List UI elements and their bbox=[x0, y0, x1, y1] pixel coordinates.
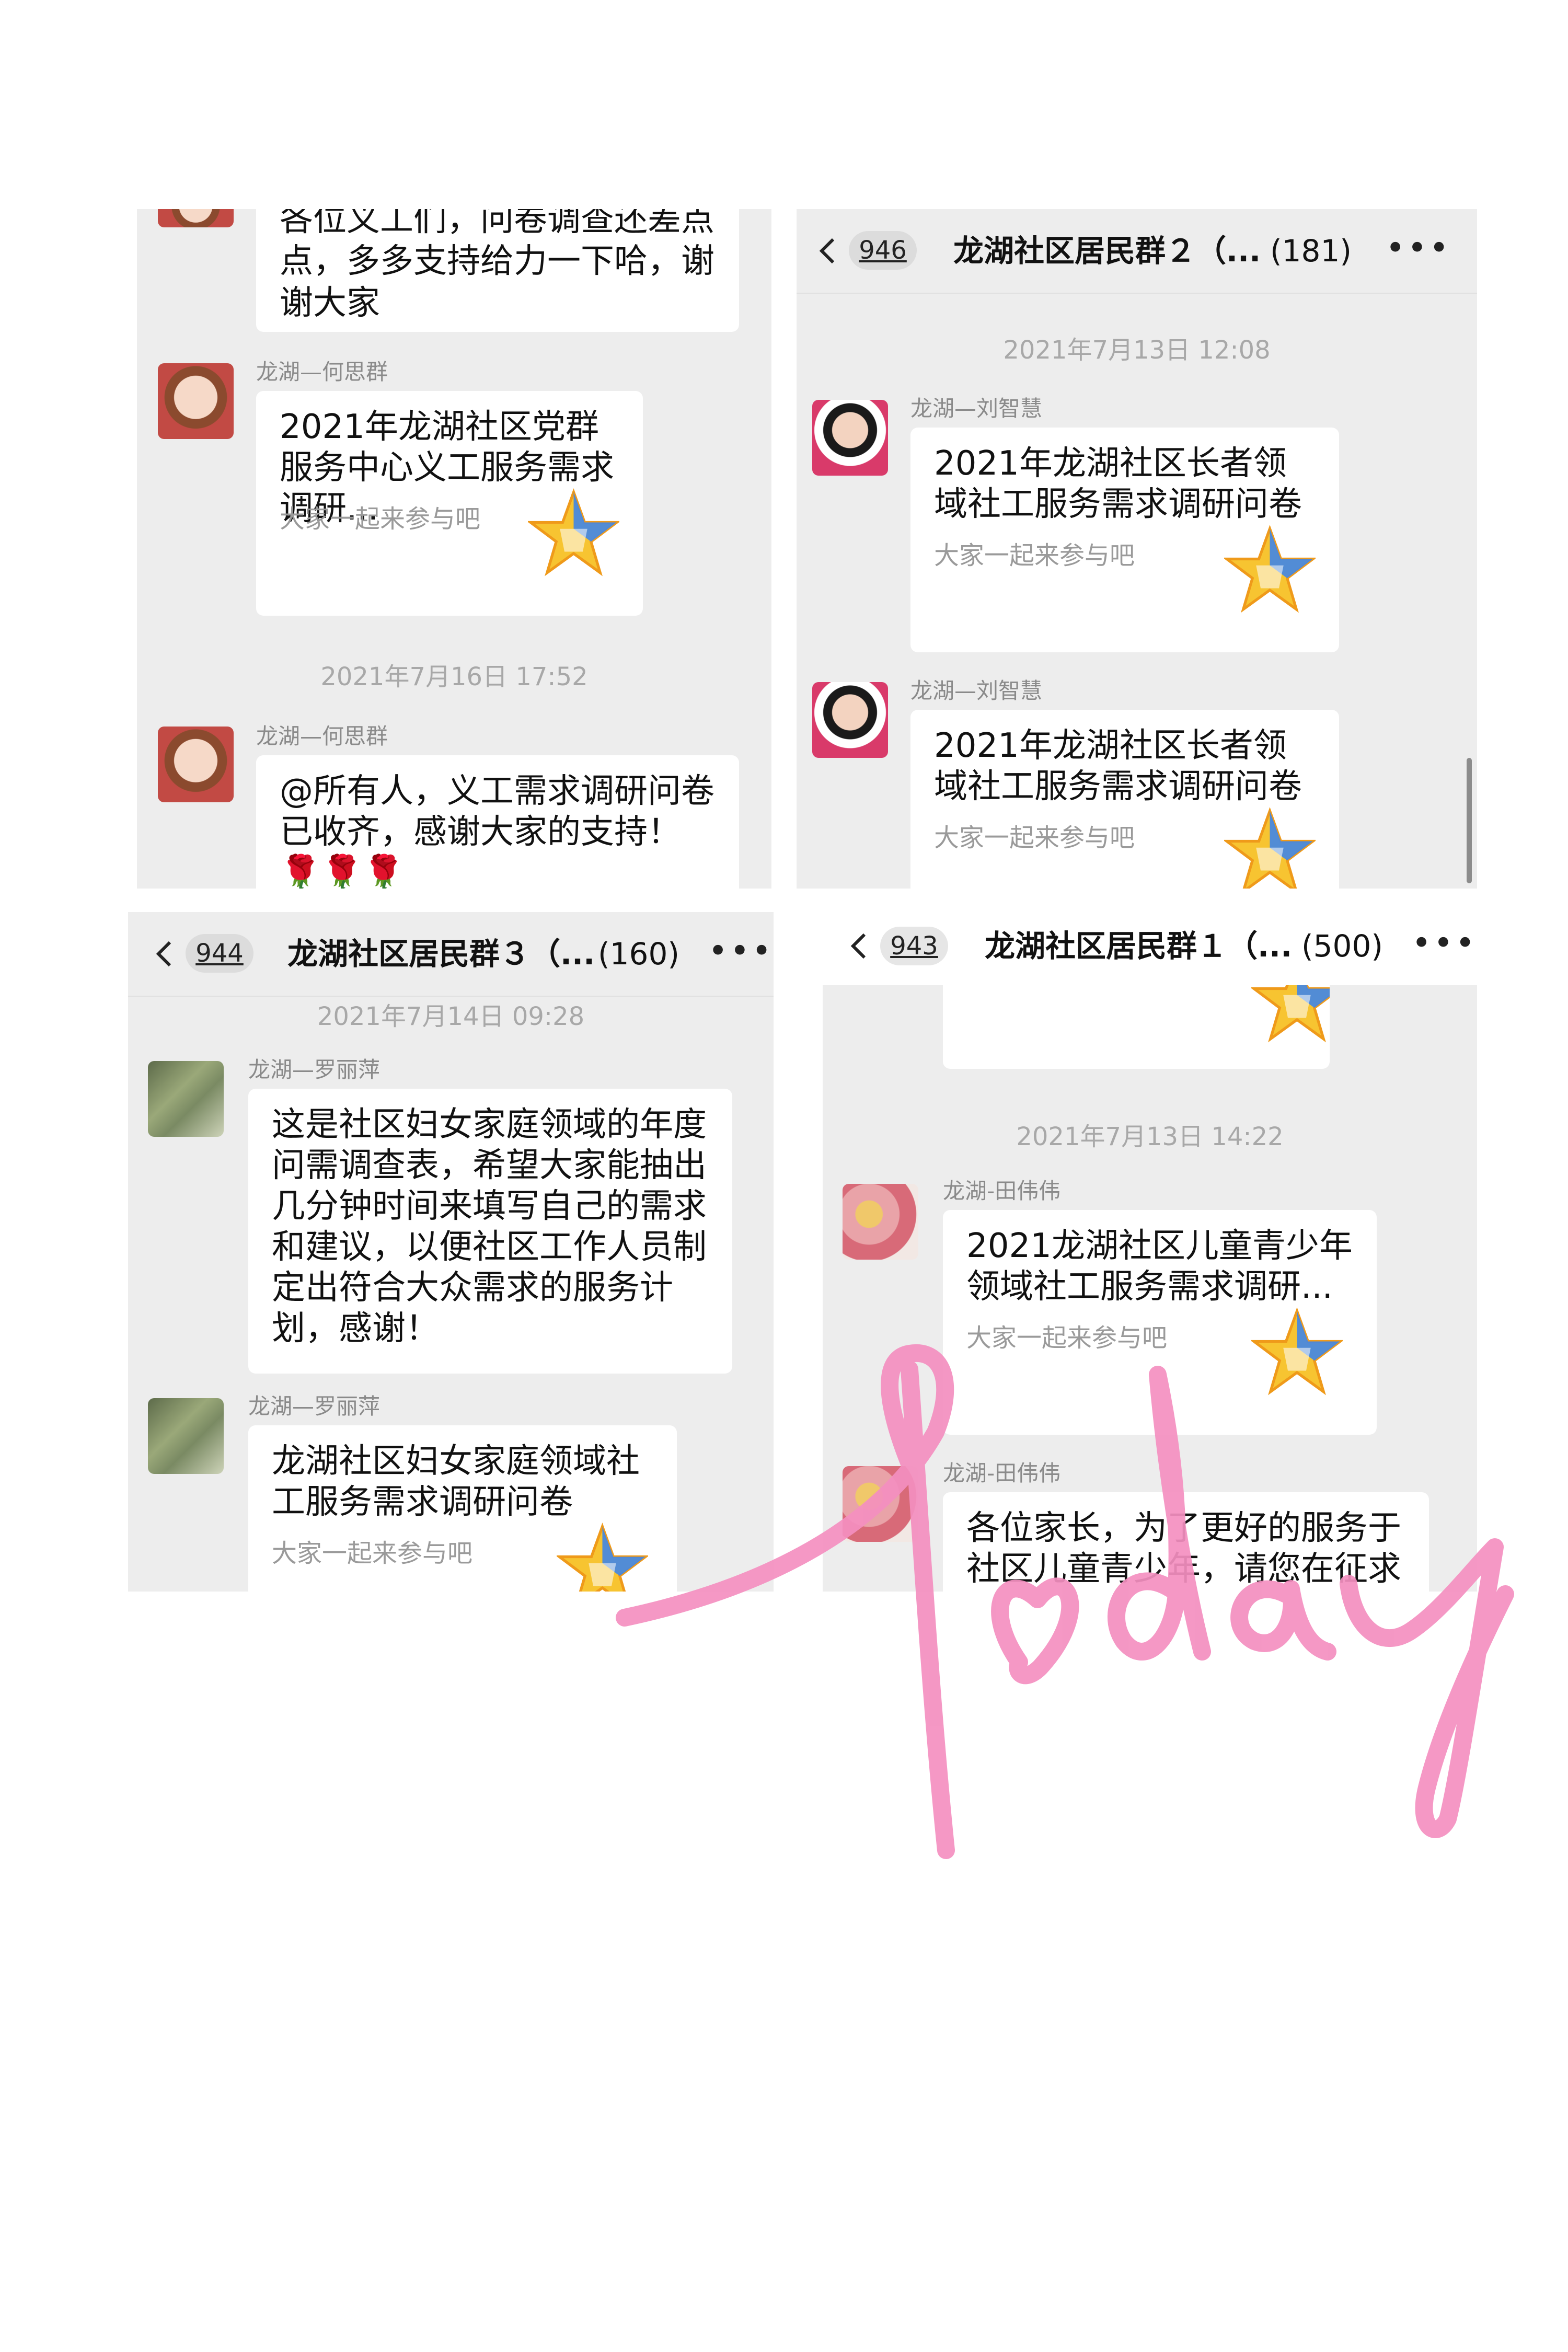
message-bubble[interactable]: @所有人，义工需求调研问卷已收齐，感谢大家的支持！🌹🌹🌹 bbox=[256, 755, 739, 889]
chat-panel-top-left: 各位义工们，问卷调查还差点点，多多支持给力一下哈，谢谢大家 龙湖—何思群 202… bbox=[137, 209, 771, 889]
avatar[interactable] bbox=[843, 1184, 918, 1260]
sender-name: 龙湖—刘智慧 bbox=[910, 678, 1043, 704]
card-subtitle: 大家一起来参与吧 bbox=[934, 823, 1135, 852]
card-subtitle: 大家一起来参与吧 bbox=[934, 541, 1135, 570]
unread-badge[interactable]: 944 bbox=[186, 934, 253, 973]
card-title: 2021龙湖社区儿童青少年领域社工服务需求调研... bbox=[966, 1227, 1353, 1306]
sender-name: 龙湖-田伟伟 bbox=[943, 1178, 1061, 1204]
avatar[interactable] bbox=[812, 400, 888, 476]
timestamp: 2021年7月14日 09:28 bbox=[317, 1002, 585, 1031]
card-subtitle: 大家一起来参与吧 bbox=[280, 504, 481, 534]
sender-name: 龙湖—何思群 bbox=[256, 359, 388, 385]
card-subtitle: 大家一起来参与吧 bbox=[272, 1539, 473, 1568]
timestamp: 2021年7月13日 14:22 bbox=[1016, 1122, 1284, 1151]
chat-title: 龙湖社区居民群１（... bbox=[985, 928, 1293, 964]
shared-link-card[interactable]: 2021年龙湖社区长者领域社工服务需求调研问卷 大家一起来参与吧 bbox=[910, 710, 1339, 889]
avatar[interactable] bbox=[158, 209, 234, 227]
chat-panel-bottom-right: 943 龙湖社区居民群１（... (500) ••• 2021年7月13日 14… bbox=[823, 912, 1477, 1592]
timestamp: 2021年7月16日 17:52 bbox=[320, 662, 588, 691]
sender-name: 龙湖—何思群 bbox=[256, 723, 388, 749]
star-icon bbox=[1224, 525, 1316, 613]
member-count: (160) bbox=[598, 936, 679, 972]
chat-header: 943 龙湖社区居民群１（... (500) ••• bbox=[823, 912, 1477, 985]
sender-name: 龙湖—罗丽萍 bbox=[248, 1057, 381, 1082]
card-subtitle: 大家一起来参与吧 bbox=[966, 1323, 1168, 1353]
star-icon bbox=[1251, 985, 1330, 1043]
message-bubble[interactable]: 各位义工们，问卷调查还差点点，多多支持给力一下哈，谢谢大家 bbox=[256, 209, 739, 332]
sender-name: 龙湖—罗丽萍 bbox=[248, 1393, 381, 1419]
chevron-left-icon[interactable] bbox=[154, 933, 175, 975]
chevron-left-icon[interactable] bbox=[849, 925, 870, 967]
star-icon bbox=[1224, 807, 1316, 889]
chevron-left-icon[interactable] bbox=[817, 230, 838, 272]
sender-name: 龙湖—刘智慧 bbox=[910, 396, 1043, 421]
avatar[interactable] bbox=[158, 363, 234, 439]
card-title: 2021年龙湖社区长者领域社工服务需求调研问卷 bbox=[934, 727, 1302, 806]
message-bubble[interactable]: 这是社区妇女家庭领域的年度问需调查表，希望大家能抽出几分钟时间来填写自己的需求和… bbox=[248, 1089, 732, 1374]
member-count: (500) bbox=[1301, 928, 1383, 964]
ellipsis-icon[interactable]: ••• bbox=[1412, 925, 1477, 967]
card-title: 龙湖社区妇女家庭领域社工服务需求调研问卷 bbox=[272, 1442, 640, 1521]
shared-link-card[interactable]: 龙湖社区妇女家庭领域社工服务需求调研问卷 大家一起来参与吧 bbox=[248, 1425, 677, 1592]
unread-badge[interactable]: 946 bbox=[849, 231, 917, 270]
chat-header: 946 龙湖社区居民群２（... (181) ••• bbox=[797, 209, 1477, 294]
shared-link-card[interactable] bbox=[943, 985, 1330, 1069]
message-text: 各位义工们，问卷调查还差点点，多多支持给力一下哈，谢谢大家 bbox=[280, 209, 714, 322]
ellipsis-icon[interactable]: ••• bbox=[1386, 230, 1451, 272]
chat-title: 龙湖社区居民群３（... bbox=[287, 936, 595, 972]
avatar[interactable] bbox=[158, 727, 234, 802]
shared-link-card[interactable]: 2021龙湖社区儿童青少年领域社工服务需求调研... 大家一起来参与吧 bbox=[943, 1210, 1377, 1435]
avatar[interactable] bbox=[843, 1466, 918, 1542]
star-icon bbox=[557, 1523, 648, 1592]
shared-link-card[interactable]: 2021年龙湖社区长者领域社工服务需求调研问卷 大家一起来参与吧 bbox=[910, 428, 1339, 652]
timestamp: 2021年7月13日 12:08 bbox=[1003, 336, 1271, 365]
avatar[interactable] bbox=[148, 1398, 224, 1474]
message-text: 各位家长，为了更好的服务于社区儿童青少年，请您在征求 bbox=[966, 1509, 1401, 1588]
message-text: @所有人，义工需求调研问卷已收齐，感谢大家的支持！🌹🌹🌹 bbox=[280, 772, 714, 889]
chat-title: 龙湖社区居民群２（... bbox=[953, 233, 1261, 269]
ellipsis-icon[interactable]: ••• bbox=[708, 933, 774, 975]
message-text: 这是社区妇女家庭领域的年度问需调查表，希望大家能抽出几分钟时间来填写自己的需求和… bbox=[272, 1105, 707, 1348]
unread-badge[interactable]: 943 bbox=[880, 927, 948, 965]
chat-panel-top-right: 946 龙湖社区居民群２（... (181) ••• 2021年7月13日 12… bbox=[797, 209, 1477, 889]
member-count: (181) bbox=[1270, 233, 1352, 269]
star-icon bbox=[528, 488, 619, 577]
chat-header: 944 龙湖社区居民群３（... (160) ••• bbox=[128, 912, 774, 997]
avatar[interactable] bbox=[812, 682, 888, 758]
sender-name: 龙湖-田伟伟 bbox=[943, 1460, 1061, 1486]
chat-panel-bottom-left: 944 龙湖社区居民群３（... (160) ••• 2021年7月14日 09… bbox=[128, 912, 774, 1592]
card-title: 2021年龙湖社区长者领域社工服务需求调研问卷 bbox=[934, 444, 1302, 524]
avatar[interactable] bbox=[148, 1061, 224, 1137]
shared-link-card[interactable]: 2021年龙湖社区党群服务中心义工服务需求调研... 大家一起来参与吧 bbox=[256, 391, 643, 616]
star-icon bbox=[1251, 1307, 1343, 1396]
message-bubble[interactable]: 各位家长，为了更好的服务于社区儿童青少年，请您在征求 bbox=[943, 1492, 1429, 1592]
scrollbar[interactable] bbox=[1467, 758, 1472, 883]
